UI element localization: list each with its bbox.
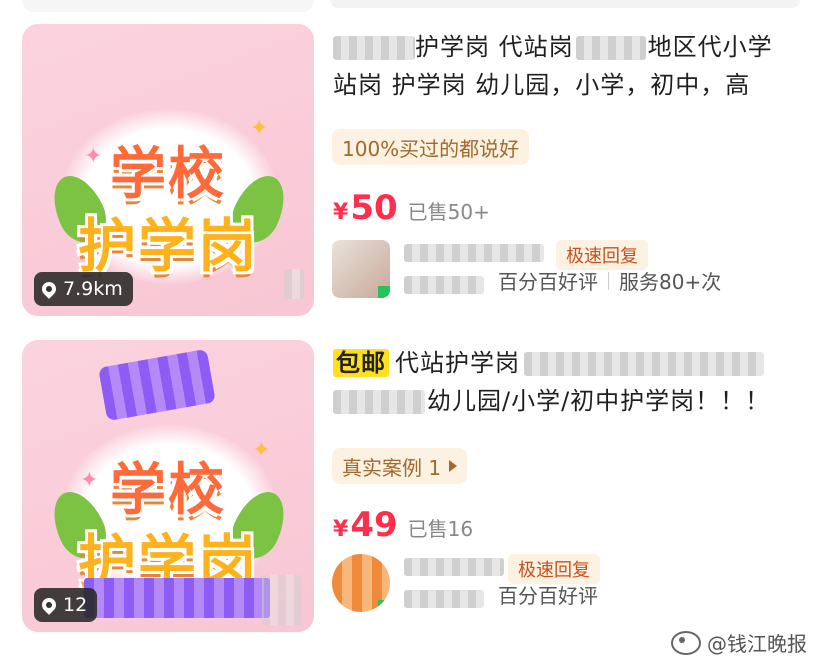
blurred-text bbox=[575, 36, 646, 60]
blurred-seller-name bbox=[404, 558, 504, 576]
distance-text: 7.9km bbox=[63, 278, 123, 300]
sold-count: 已售16 bbox=[407, 517, 474, 541]
review-tag-text: 100%买过的都说好 bbox=[342, 136, 520, 161]
price-value: 49 bbox=[350, 505, 398, 545]
listing-title[interactable]: 护学岗 代站岗 地区代小学 站岗 护学岗 幼儿园，小学，初中，高 bbox=[333, 28, 803, 104]
distance-text: 12 bbox=[63, 594, 88, 616]
title-segment: 地区代小学 bbox=[647, 33, 773, 61]
thumbnail-text-line1: 学校 bbox=[110, 142, 226, 207]
weibo-logo-icon bbox=[671, 630, 701, 655]
blurred-region bbox=[262, 575, 302, 625]
price-row: ¥ 50 已售50+ bbox=[333, 188, 490, 228]
blurred-seller-info bbox=[404, 276, 484, 294]
rating-text: 百分百好评 bbox=[498, 584, 598, 608]
thumbnail-text-line1: 学校 bbox=[110, 458, 226, 523]
price-row: ¥ 49 已售16 bbox=[333, 505, 473, 545]
free-shipping-badge: 包邮 bbox=[333, 349, 389, 377]
case-tag-text: 真实案例 1 bbox=[342, 455, 442, 480]
service-count: 服务80+次 bbox=[619, 270, 722, 294]
title-segment: 代站护学岗 bbox=[395, 349, 520, 377]
blurred-text bbox=[333, 36, 415, 60]
previous-card-edge-right bbox=[330, 0, 800, 8]
watermark: @钱江晚报 bbox=[671, 628, 807, 657]
listing-thumbnail[interactable]: ✦ ✦ 学校 护学岗 7.9km bbox=[22, 24, 314, 316]
rating-text: 百分百好评 bbox=[498, 270, 598, 294]
listing-title[interactable]: 包邮 代站护学岗 幼儿园/小学/初中护学岗！！！ bbox=[333, 344, 803, 420]
blurred-region bbox=[284, 269, 304, 299]
title-segment: 护学岗 代站岗 bbox=[415, 33, 574, 61]
divider bbox=[608, 271, 609, 290]
blurred-text bbox=[333, 390, 425, 414]
watermark-text: @钱江晚报 bbox=[707, 632, 807, 656]
blurred-sticker bbox=[98, 348, 216, 422]
avatar[interactable] bbox=[332, 554, 390, 612]
seller-rating: 百分百好评 服务80+次 bbox=[498, 266, 721, 295]
currency-symbol: ¥ bbox=[333, 517, 349, 542]
location-pin-icon bbox=[39, 279, 59, 299]
currency-symbol: ¥ bbox=[333, 200, 349, 225]
online-indicator bbox=[378, 600, 390, 612]
thumbnail-text-line2: 护学岗 bbox=[77, 212, 258, 280]
blurred-text bbox=[524, 352, 764, 376]
review-tag: 100%买过的都说好 bbox=[332, 129, 530, 165]
case-tag[interactable]: 真实案例 1 bbox=[332, 448, 468, 484]
title-line: 站岗 护学岗 幼儿园，小学，初中，高 bbox=[333, 71, 751, 99]
play-triangle-icon bbox=[449, 460, 458, 472]
blurred-seller-name bbox=[404, 244, 544, 262]
distance-badge: 12 bbox=[34, 588, 98, 622]
blurred-seller-info bbox=[404, 590, 484, 608]
distance-badge: 7.9km bbox=[34, 272, 133, 306]
seller-row[interactable]: 极速回复 百分百好评 bbox=[332, 554, 802, 620]
title-segment: 幼儿园/小学/初中护学岗！！！ bbox=[427, 387, 771, 415]
previous-card-edge bbox=[22, 0, 314, 12]
avatar[interactable] bbox=[332, 240, 390, 298]
seller-rating: 百分百好评 bbox=[498, 580, 598, 609]
seller-row[interactable]: 极速回复 百分百好评 服务80+次 bbox=[332, 240, 802, 306]
blurred-banner bbox=[84, 578, 270, 618]
online-indicator bbox=[378, 286, 390, 298]
location-pin-icon bbox=[39, 595, 59, 615]
sold-count: 已售50+ bbox=[407, 200, 490, 224]
price-value: 50 bbox=[350, 188, 398, 228]
